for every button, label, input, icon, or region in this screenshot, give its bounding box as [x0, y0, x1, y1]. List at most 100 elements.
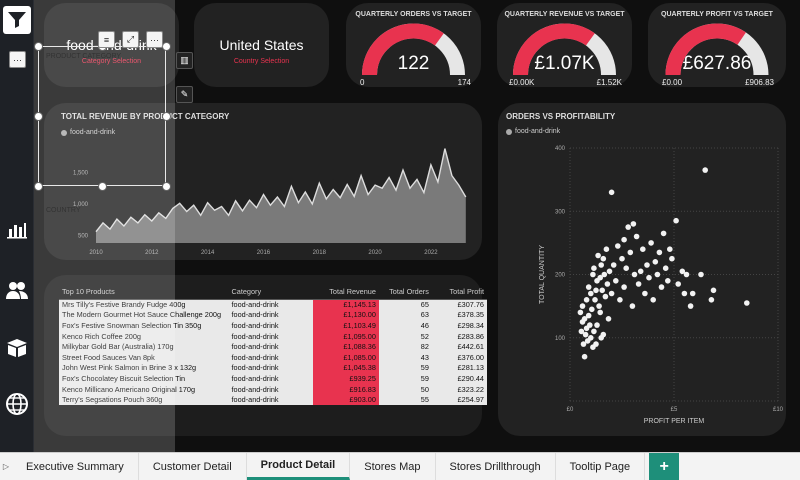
scatter-point[interactable] — [585, 284, 592, 290]
selection-frame[interactable] — [38, 46, 166, 186]
scatter-point[interactable] — [630, 221, 637, 227]
scatter-point[interactable] — [689, 290, 696, 297]
scatter-point[interactable] — [637, 268, 644, 275]
country-card[interactable]: United States Country Selection — [194, 3, 329, 87]
scatter-point[interactable] — [621, 236, 627, 243]
scatter-point[interactable] — [669, 255, 675, 262]
scatter-point[interactable] — [687, 303, 694, 309]
scatter-point[interactable] — [656, 249, 663, 256]
scatter-point[interactable] — [642, 290, 648, 297]
scatter-point[interactable] — [710, 287, 717, 294]
scatter-point[interactable] — [631, 271, 638, 278]
scatter-point[interactable] — [597, 309, 603, 316]
scatter-point[interactable] — [681, 290, 688, 297]
scatter-point[interactable] — [581, 353, 588, 360]
col-header-category[interactable]: Category — [228, 285, 314, 300]
scatter-point[interactable] — [608, 290, 615, 297]
scatter-point[interactable] — [621, 284, 627, 290]
scatter-point[interactable] — [588, 290, 594, 297]
users-icon[interactable] — [3, 276, 31, 304]
scatter-point[interactable] — [596, 303, 602, 309]
scatter-point[interactable] — [589, 306, 595, 313]
resize-handle[interactable] — [34, 112, 43, 121]
scatter-point[interactable] — [623, 265, 629, 271]
more-options-icon[interactable]: ··· — [146, 31, 163, 48]
scatter-point[interactable] — [577, 309, 584, 316]
tab-stores-drillthrough[interactable]: Stores Drillthrough — [436, 453, 556, 480]
resize-handle[interactable] — [98, 182, 107, 191]
scatter-point[interactable] — [591, 265, 597, 271]
add-page-button[interactable]: + — [649, 453, 680, 480]
scatter-point[interactable] — [593, 287, 599, 294]
scatter-point[interactable] — [610, 262, 617, 268]
scatter-point[interactable] — [665, 278, 671, 284]
scatter-point[interactable] — [646, 274, 652, 281]
scatter-point[interactable] — [613, 278, 619, 284]
resize-handle[interactable] — [34, 182, 43, 191]
scatter-point[interactable] — [662, 265, 669, 271]
scatter-point[interactable] — [598, 262, 604, 268]
tab-customer-detail[interactable]: Customer Detail — [139, 453, 247, 480]
bar-chart-icon[interactable] — [3, 215, 31, 243]
scatter-point[interactable] — [599, 287, 605, 294]
scatter-point[interactable] — [594, 322, 600, 328]
globe-icon[interactable] — [3, 390, 31, 418]
scatter-point[interactable] — [615, 243, 621, 249]
scatter-point[interactable] — [635, 281, 642, 287]
scatter-point[interactable] — [592, 297, 598, 303]
scatter-point[interactable] — [591, 328, 597, 335]
box-icon[interactable] — [3, 334, 31, 362]
profit-gauge-card[interactable]: QUARTERLY PROFIT VS TARGET £627.86 £0.00… — [648, 3, 786, 87]
scatter-point[interactable] — [648, 240, 654, 246]
tab-executive-summary[interactable]: Executive Summary — [12, 453, 139, 480]
scatter-point[interactable] — [579, 303, 586, 309]
focus-mode-icon[interactable]: ⤢ — [122, 31, 139, 48]
format-visual-icon[interactable]: ▥ — [176, 52, 193, 69]
filter-visual-icon[interactable]: ≡ — [98, 31, 115, 48]
analytics-icon[interactable]: ✎ — [176, 86, 193, 103]
scatter-point[interactable] — [644, 262, 650, 268]
scatter-point[interactable] — [583, 297, 590, 303]
tab-scroll-left-icon[interactable]: ▷ — [0, 453, 12, 480]
scatter-point[interactable] — [608, 189, 615, 196]
scatter-point[interactable] — [744, 300, 750, 306]
scatter-point[interactable] — [600, 255, 607, 262]
scatter-point[interactable] — [604, 281, 611, 287]
scatter-chart-card[interactable]: ORDERS VS PROFITABILITY food-and-drink 1… — [498, 103, 786, 436]
scatter-point[interactable] — [675, 281, 681, 287]
scatter-point[interactable] — [601, 271, 608, 278]
scatter-point[interactable] — [605, 316, 612, 322]
scatter-point[interactable] — [654, 271, 661, 278]
scatter-point[interactable] — [600, 331, 607, 338]
scatter-point[interactable] — [588, 335, 594, 341]
scatter-point[interactable] — [619, 255, 625, 262]
scatter-point[interactable] — [629, 303, 636, 309]
scatter-point[interactable] — [650, 297, 656, 303]
resize-handle[interactable] — [162, 182, 171, 191]
scatter-point[interactable] — [582, 331, 589, 338]
filter-icon[interactable] — [3, 6, 31, 34]
scatter-point[interactable] — [602, 293, 609, 300]
col-header-revenue[interactable]: Total Revenue — [313, 285, 379, 300]
scatter-point[interactable] — [595, 252, 601, 259]
tab-stores-map[interactable]: Stores Map — [350, 453, 436, 480]
scatter-point[interactable] — [603, 246, 610, 252]
scatter-point[interactable] — [673, 217, 679, 224]
orders-gauge-card[interactable]: QUARTERLY ORDERS VS TARGET 122 0 174 — [346, 3, 481, 87]
tab-product-detail[interactable]: Product Detail — [246, 453, 351, 480]
revenue-gauge-card[interactable]: QUARTERLY REVENUE VS TARGET £1.07K £0.00… — [497, 3, 632, 87]
scatter-point[interactable] — [627, 249, 634, 256]
scatter-point[interactable] — [652, 259, 659, 265]
scatter-point[interactable] — [667, 246, 673, 252]
col-header-orders[interactable]: Total Orders — [378, 285, 432, 300]
scatter-point[interactable] — [640, 246, 646, 252]
scatter-point[interactable] — [698, 271, 704, 278]
col-header-profit[interactable]: Total Profit — [431, 285, 487, 300]
scatter-point[interactable] — [585, 312, 592, 319]
resize-handle[interactable] — [34, 42, 43, 51]
scatter-point[interactable] — [683, 271, 690, 278]
scatter-point[interactable] — [660, 230, 667, 237]
tab-tooltip-page[interactable]: Tooltip Page — [556, 453, 646, 480]
scatter-point[interactable] — [708, 297, 715, 303]
scatter-point[interactable] — [617, 297, 623, 303]
